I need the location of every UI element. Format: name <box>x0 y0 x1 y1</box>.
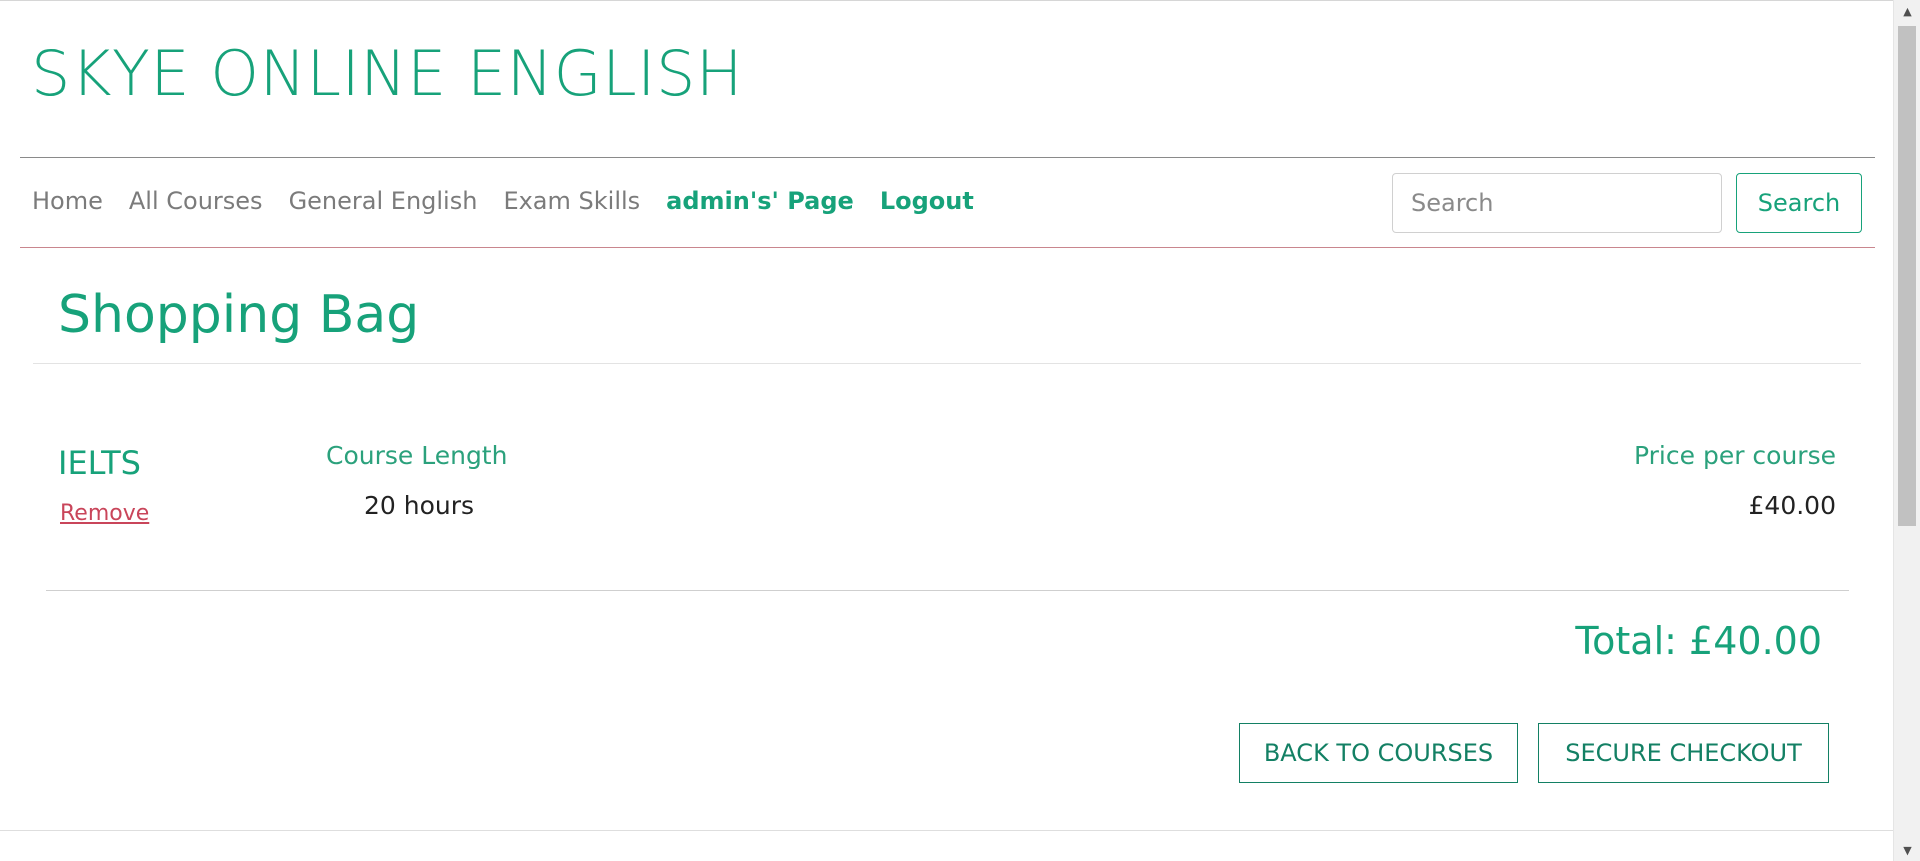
course-length-value: 20 hours <box>364 491 475 520</box>
down-arrow-icon[interactable]: ▼ <box>1894 839 1920 861</box>
secure-checkout-button[interactable]: SECURE CHECKOUT <box>1538 723 1829 783</box>
price-label: Price per course <box>1634 441 1836 470</box>
search-input[interactable] <box>1392 173 1722 233</box>
item-name: IELTS <box>58 444 141 482</box>
vertical-scrollbar[interactable]: ▲ ▼ <box>1893 0 1920 861</box>
site-logo[interactable]: SKYE ONLINE ENGLISH <box>31 43 743 105</box>
page-title: Shopping Bag <box>58 285 420 345</box>
nav-admin-page[interactable]: admin's' Page <box>666 187 854 215</box>
nav-all-courses[interactable]: All Courses <box>129 187 263 215</box>
nav-exam-skills[interactable]: Exam Skills <box>503 187 640 215</box>
title-divider <box>33 363 1861 364</box>
nav-general-english[interactable]: General English <box>289 187 478 215</box>
bag-total: Total: £40.00 <box>1575 619 1822 663</box>
back-to-courses-button[interactable]: BACK TO COURSES <box>1239 723 1518 783</box>
scrollbar-thumb[interactable] <box>1898 26 1916 526</box>
footer-divider <box>0 830 1893 831</box>
search-button[interactable]: Search <box>1736 173 1862 233</box>
main-navigation: Home All Courses General English Exam Sk… <box>32 187 974 215</box>
nav-bottom-divider <box>20 247 1875 248</box>
page: SKYE ONLINE ENGLISH Home All Courses Gen… <box>0 0 1893 861</box>
nav-top-divider <box>20 157 1875 158</box>
nav-logout[interactable]: Logout <box>880 187 974 215</box>
price-value: £40.00 <box>1748 491 1836 520</box>
up-arrow-icon[interactable]: ▲ <box>1894 0 1920 22</box>
remove-link[interactable]: Remove <box>60 501 149 526</box>
item-divider <box>46 590 1849 591</box>
course-length-label: Course Length <box>326 441 508 470</box>
nav-home[interactable]: Home <box>32 187 103 215</box>
